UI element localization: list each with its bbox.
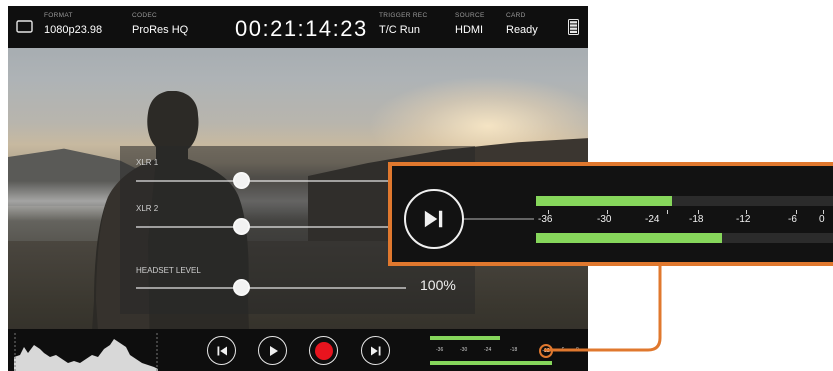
format-label: FORMAT [44,12,73,19]
headset-slider-knob[interactable] [233,279,250,296]
record-icon [314,341,333,360]
meter-tick-label: -30 [597,214,612,225]
card-field[interactable]: CARD Ready [506,12,538,38]
codec-value: ProRes HQ [132,24,189,36]
timecode-display[interactable]: 00:21:14:23 [235,16,368,42]
skip-forward-button[interactable] [361,336,390,365]
record-button[interactable] [309,336,338,365]
skip-back-button[interactable] [207,336,236,365]
meter-tick-label: -6 [788,214,797,225]
meter-tick-label: -36 [538,214,553,225]
mini-tick: -36 [436,347,444,353]
transport-bar: -36 -30 -24 -18 -6 0 -12 [8,329,588,371]
zoom-divider [464,218,534,220]
codec-label: CODEC [132,12,157,19]
mini-meter-channel-2 [430,361,552,365]
meter-tick-label: -12 [736,214,751,225]
card-label: CARD [506,12,526,19]
histogram [14,333,158,371]
meter-channel-2-level [536,233,722,243]
meter-tick-label: 0 [819,214,825,225]
callout-connector [544,262,662,352]
status-bar: FORMAT 1080p23.98 CODEC ProRes HQ 00:21:… [8,6,588,48]
format-value: 1080p23.98 [44,24,103,36]
zoom-skip-forward-button[interactable] [404,189,464,249]
battery-icon[interactable] [568,19,579,35]
mini-meter-channel-1 [430,336,500,340]
mini-tick: -30 [460,347,468,353]
xlr2-label: XLR 2 [136,204,159,213]
monitor-icon[interactable] [16,20,33,33]
card-value: Ready [506,24,538,36]
mini-tick: -24 [484,347,492,353]
meter-tick-label: -18 [689,214,704,225]
mini-tick: -18 [510,347,518,353]
source-field[interactable]: SOURCE HDMI [455,12,485,38]
skip-forward-icon [424,210,443,228]
meter-tick-label: -24 [645,214,660,225]
xlr1-label: XLR 1 [136,158,159,167]
codec-field[interactable]: CODEC ProRes HQ [132,12,188,38]
xlr1-slider-knob[interactable] [233,172,250,189]
source-value: HDMI [455,24,484,36]
headset-level-label: HEADSET LEVEL [136,266,201,275]
trigger-rec-field[interactable]: TRIGGER REC T/C Run [379,12,427,38]
tick-mark [667,210,668,214]
trigger-rec-label: TRIGGER REC [379,12,428,19]
meter-channel-1-level [536,196,672,206]
play-icon [269,345,278,356]
xlr2-slider-knob[interactable] [233,218,250,235]
source-label: SOURCE [455,12,485,19]
headset-slider-track[interactable] [136,287,406,289]
skip-forward-icon [370,346,380,355]
format-field[interactable]: FORMAT 1080p23.98 [44,12,102,38]
play-button[interactable] [258,336,287,365]
zoomed-meter-callout: -36 -30 -24 -18 -12 -6 0 [388,162,833,266]
skip-back-icon [217,346,227,355]
headset-level-value: 100% [420,277,456,293]
trigger-rec-value: T/C Run [379,24,420,36]
